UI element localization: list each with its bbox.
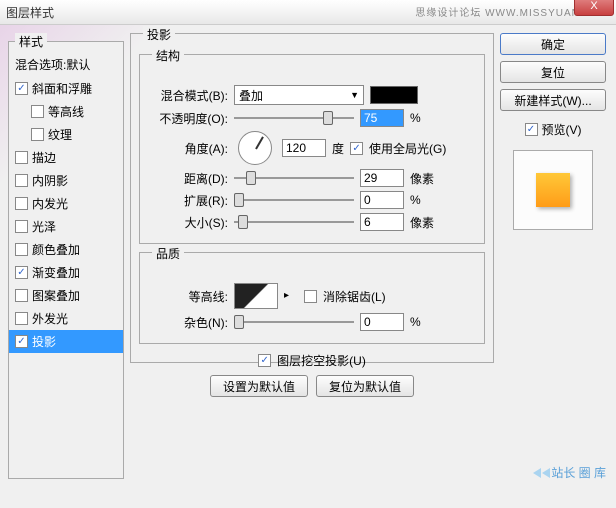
opacity-input[interactable]: 75 [360,109,404,127]
new-style-button[interactable]: 新建样式(W)... [500,89,606,111]
style-contour[interactable]: 等高线 [9,100,123,123]
opacity-label: 不透明度(O): [148,110,228,127]
preview-label: 预览(V) [542,121,582,138]
spread-input[interactable]: 0 [360,191,404,209]
checkbox-icon[interactable] [15,197,28,210]
blend-mode-select[interactable]: 叠加 [234,85,364,105]
style-stroke[interactable]: 描边 [9,146,123,169]
size-slider[interactable] [234,214,354,230]
spread-label: 扩展(R): [148,192,228,209]
spread-slider[interactable] [234,192,354,208]
defaults-row: 设置为默认值 复位为默认值 [139,375,485,397]
style-texture[interactable]: 纹理 [9,123,123,146]
angle-label: 角度(A): [148,140,228,157]
structure-legend: 结构 [152,47,184,64]
blend-mode-row: 混合模式(B): 叠加 [148,85,476,105]
percent-unit: % [410,315,440,329]
lines-icon [533,468,541,478]
percent-unit: % [410,111,440,125]
contour-row: 等高线: 消除锯齿(L) [148,283,476,309]
percent-unit: % [410,193,440,207]
preview-toggle-row: 预览(V) [500,121,606,138]
checkbox-icon[interactable] [31,128,44,141]
angle-input[interactable]: 120 [282,139,326,157]
contour-picker[interactable] [234,283,278,309]
preview-box [513,150,593,230]
footer-watermark: 站长 圈 库 [533,464,606,481]
preview-swatch-icon [536,173,570,207]
knockout-row: 图层挖空投影(U) [139,352,485,369]
style-outer-glow[interactable]: 外发光 [9,307,123,330]
size-row: 大小(S): 6 像素 [148,213,476,231]
distance-input[interactable]: 29 [360,169,404,187]
dialog-body: 样式 混合选项:默认 斜面和浮雕 等高线 纹理 描边 内阴影 内发光 光泽 颜色… [0,25,616,487]
ok-button[interactable]: 确定 [500,33,606,55]
styles-legend: 样式 [15,33,47,50]
set-default-button[interactable]: 设置为默认值 [210,375,308,397]
distance-row: 距离(D): 29 像素 [148,169,476,187]
style-pattern-overlay[interactable]: 图案叠加 [9,284,123,307]
style-inner-glow[interactable]: 内发光 [9,192,123,215]
shadow-color-swatch[interactable] [370,86,418,104]
close-button[interactable]: X [574,0,614,16]
degree-unit: 度 [332,140,344,157]
noise-label: 杂色(N): [148,314,228,331]
reset-default-button[interactable]: 复位为默认值 [316,375,414,397]
noise-input[interactable]: 0 [360,313,404,331]
opacity-row: 不透明度(O): 75 % [148,109,476,127]
checkbox-icon[interactable] [15,243,28,256]
checkbox-icon[interactable] [31,105,44,118]
style-bevel[interactable]: 斜面和浮雕 [9,77,123,100]
antialias-checkbox[interactable] [304,290,317,303]
knockout-checkbox[interactable] [258,354,271,367]
blend-mode-label: 混合模式(B): [148,87,228,104]
style-satin[interactable]: 光泽 [9,215,123,238]
antialias-label: 消除锯齿(L) [323,288,386,305]
size-input[interactable]: 6 [360,213,404,231]
blend-options-header[interactable]: 混合选项:默认 [9,52,123,77]
opacity-slider[interactable] [234,110,354,126]
global-light-checkbox[interactable] [350,142,363,155]
checkbox-icon[interactable] [15,151,28,164]
drop-shadow-fieldset: 投影 结构 混合模式(B): 叠加 不透明度(O): 75 % 角度(A): [130,33,494,363]
checkbox-icon[interactable] [15,335,28,348]
preview-checkbox[interactable] [525,123,538,136]
checkbox-icon[interactable] [15,82,28,95]
distance-label: 距离(D): [148,170,228,187]
angle-dial[interactable] [238,131,272,165]
style-color-overlay[interactable]: 颜色叠加 [9,238,123,261]
lines-icon [542,468,550,478]
px-unit: 像素 [410,170,440,187]
global-light-label: 使用全局光(G) [369,140,446,157]
angle-row: 角度(A): 120 度 使用全局光(G) [148,131,476,165]
style-drop-shadow[interactable]: 投影 [9,330,123,353]
checkbox-icon[interactable] [15,266,28,279]
checkbox-icon[interactable] [15,220,28,233]
checkbox-icon[interactable] [15,312,28,325]
size-label: 大小(S): [148,214,228,231]
checkbox-icon[interactable] [15,174,28,187]
knockout-label: 图层挖空投影(U) [277,352,366,369]
distance-slider[interactable] [234,170,354,186]
contour-label: 等高线: [148,288,228,305]
reset-button[interactable]: 复位 [500,61,606,83]
action-panel: 确定 复位 新建样式(W)... 预览(V) [500,33,606,479]
quality-legend: 品质 [152,245,184,262]
panel-title: 投影 [143,26,175,43]
checkbox-icon[interactable] [15,289,28,302]
window-title: 图层样式 [6,4,54,21]
px-unit: 像素 [410,214,440,231]
spread-row: 扩展(R): 0 % [148,191,476,209]
structure-group: 结构 混合模式(B): 叠加 不透明度(O): 75 % 角度(A): 120 [139,54,485,244]
noise-slider[interactable] [234,314,354,330]
noise-row: 杂色(N): 0 % [148,313,476,331]
settings-panel: 投影 结构 混合模式(B): 叠加 不透明度(O): 75 % 角度(A): [130,33,494,479]
quality-group: 品质 等高线: 消除锯齿(L) 杂色(N): 0 % [139,252,485,344]
style-gradient-overlay[interactable]: 渐变叠加 [9,261,123,284]
styles-list: 混合选项:默认 斜面和浮雕 等高线 纹理 描边 内阴影 内发光 光泽 颜色叠加 … [9,50,123,355]
titlebar: 图层样式 思缘设计论坛 WWW.MISSYUAN.COM X [0,0,616,25]
styles-panel: 样式 混合选项:默认 斜面和浮雕 等高线 纹理 描边 内阴影 内发光 光泽 颜色… [8,33,124,479]
style-inner-shadow[interactable]: 内阴影 [9,169,123,192]
